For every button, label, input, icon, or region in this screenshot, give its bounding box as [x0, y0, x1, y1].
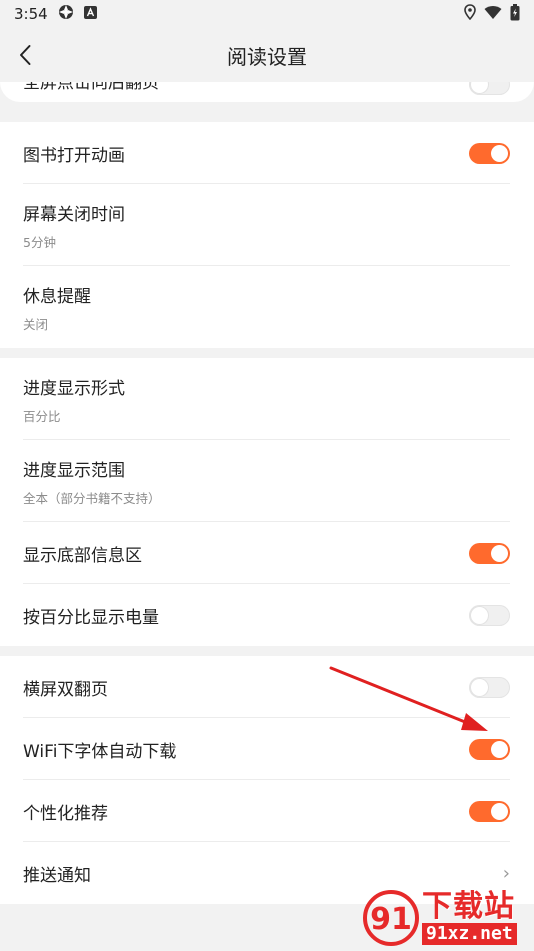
watermark-domain: 91xz.net — [422, 923, 517, 945]
chevron-left-icon — [20, 45, 31, 65]
settings-row-bottom-info-area[interactable]: 显示底部信息区 — [0, 522, 534, 584]
settings-row-value: 百分比 — [23, 408, 61, 424]
wifi-icon — [484, 5, 502, 24]
settings-group-1: 图书打开动画 屏幕关闭时间 5分钟 休息提醒 关闭 — [0, 122, 534, 348]
toggle-switch[interactable] — [469, 604, 510, 626]
settings-row-label: 按百分比显示电量 — [23, 607, 159, 628]
toggle-switch[interactable] — [469, 800, 510, 822]
toggle-switch[interactable] — [469, 542, 510, 564]
settings-row-label: 推送通知 — [23, 865, 91, 886]
location-icon — [464, 4, 476, 24]
settings-row-wifi-font-download[interactable]: WiFi下字体自动下载 — [0, 718, 534, 780]
settings-row-value: 全本（部分书籍不支持） — [23, 490, 161, 506]
settings-row-label: 屏幕关闭时间 — [23, 204, 125, 225]
settings-row-rest-reminder[interactable]: 休息提醒 关闭 — [0, 266, 534, 348]
toggle-knob — [491, 544, 508, 562]
settings-group-3: 横屏双翻页 WiFi下字体自动下载 个性化推荐 推送通知 › — [0, 656, 534, 904]
watermark: 91 下载站 91xz.net — [362, 888, 532, 948]
settings-row-label: WiFi下字体自动下载 — [23, 741, 177, 762]
settings-row-progress-format[interactable]: 进度显示形式 百分比 — [0, 358, 534, 440]
toggle-switch[interactable] — [469, 738, 510, 760]
settings-row-battery-percent[interactable]: 按百分比显示电量 — [0, 584, 534, 646]
settings-row-personalized-recommendation[interactable]: 个性化推荐 — [0, 780, 534, 842]
settings-row-screen-off-time[interactable]: 屏幕关闭时间 5分钟 — [0, 184, 534, 266]
settings-row-label: 进度显示范围 — [23, 460, 125, 481]
toggle-knob — [471, 82, 488, 93]
settings-row-progress-range[interactable]: 进度显示范围 全本（部分书籍不支持） — [0, 440, 534, 522]
toggle-switch[interactable] — [469, 142, 510, 164]
settings-row-book-open-animation[interactable]: 图书打开动画 — [0, 122, 534, 184]
chevron-right-icon: › — [502, 862, 510, 884]
settings-row-landscape-double-page[interactable]: 横屏双翻页 — [0, 656, 534, 718]
toggle-switch[interactable] — [469, 676, 510, 698]
app-notification-icon — [83, 5, 97, 23]
status-time: 3:54 — [14, 5, 48, 23]
toggle-knob — [491, 802, 508, 820]
settings-row-label: 休息提醒 — [23, 286, 91, 307]
toggle-knob — [491, 144, 508, 162]
settings-row-label: 横屏双翻页 — [23, 679, 108, 700]
battery-icon — [510, 3, 520, 25]
settings-row-label: 显示底部信息区 — [23, 545, 142, 566]
toggle-knob — [491, 740, 508, 758]
back-button[interactable] — [10, 40, 40, 70]
vpn-icon — [58, 4, 74, 24]
settings-row-value: 关闭 — [23, 316, 49, 332]
settings-list: 全屏点击向后翻页 图书打开动画 屏幕关闭时间 5分钟 休息提醒 关闭 进度显示形… — [0, 82, 534, 904]
svg-text:91: 91 — [370, 902, 412, 937]
settings-row-value: 5分钟 — [23, 234, 56, 250]
settings-row-label: 个性化推荐 — [23, 803, 108, 824]
watermark-brand: 下载站 — [422, 889, 515, 924]
settings-row-partial[interactable]: 全屏点击向后翻页 — [0, 82, 534, 102]
page-title: 阅读设置 — [227, 44, 307, 69]
app-bar: 阅读设置 — [0, 28, 534, 82]
settings-row-label: 全屏点击向后翻页 — [23, 82, 159, 93]
toggle-knob — [471, 606, 488, 624]
status-bar: 3:54 — [0, 0, 534, 28]
settings-group-2: 进度显示形式 百分比 进度显示范围 全本（部分书籍不支持） 显示底部信息区 按百… — [0, 358, 534, 646]
toggle-switch[interactable] — [469, 82, 510, 95]
settings-row-label: 图书打开动画 — [23, 145, 125, 166]
watermark-logo-icon: 91 — [362, 889, 420, 947]
settings-row-label: 进度显示形式 — [23, 378, 125, 399]
toggle-knob — [471, 678, 488, 696]
